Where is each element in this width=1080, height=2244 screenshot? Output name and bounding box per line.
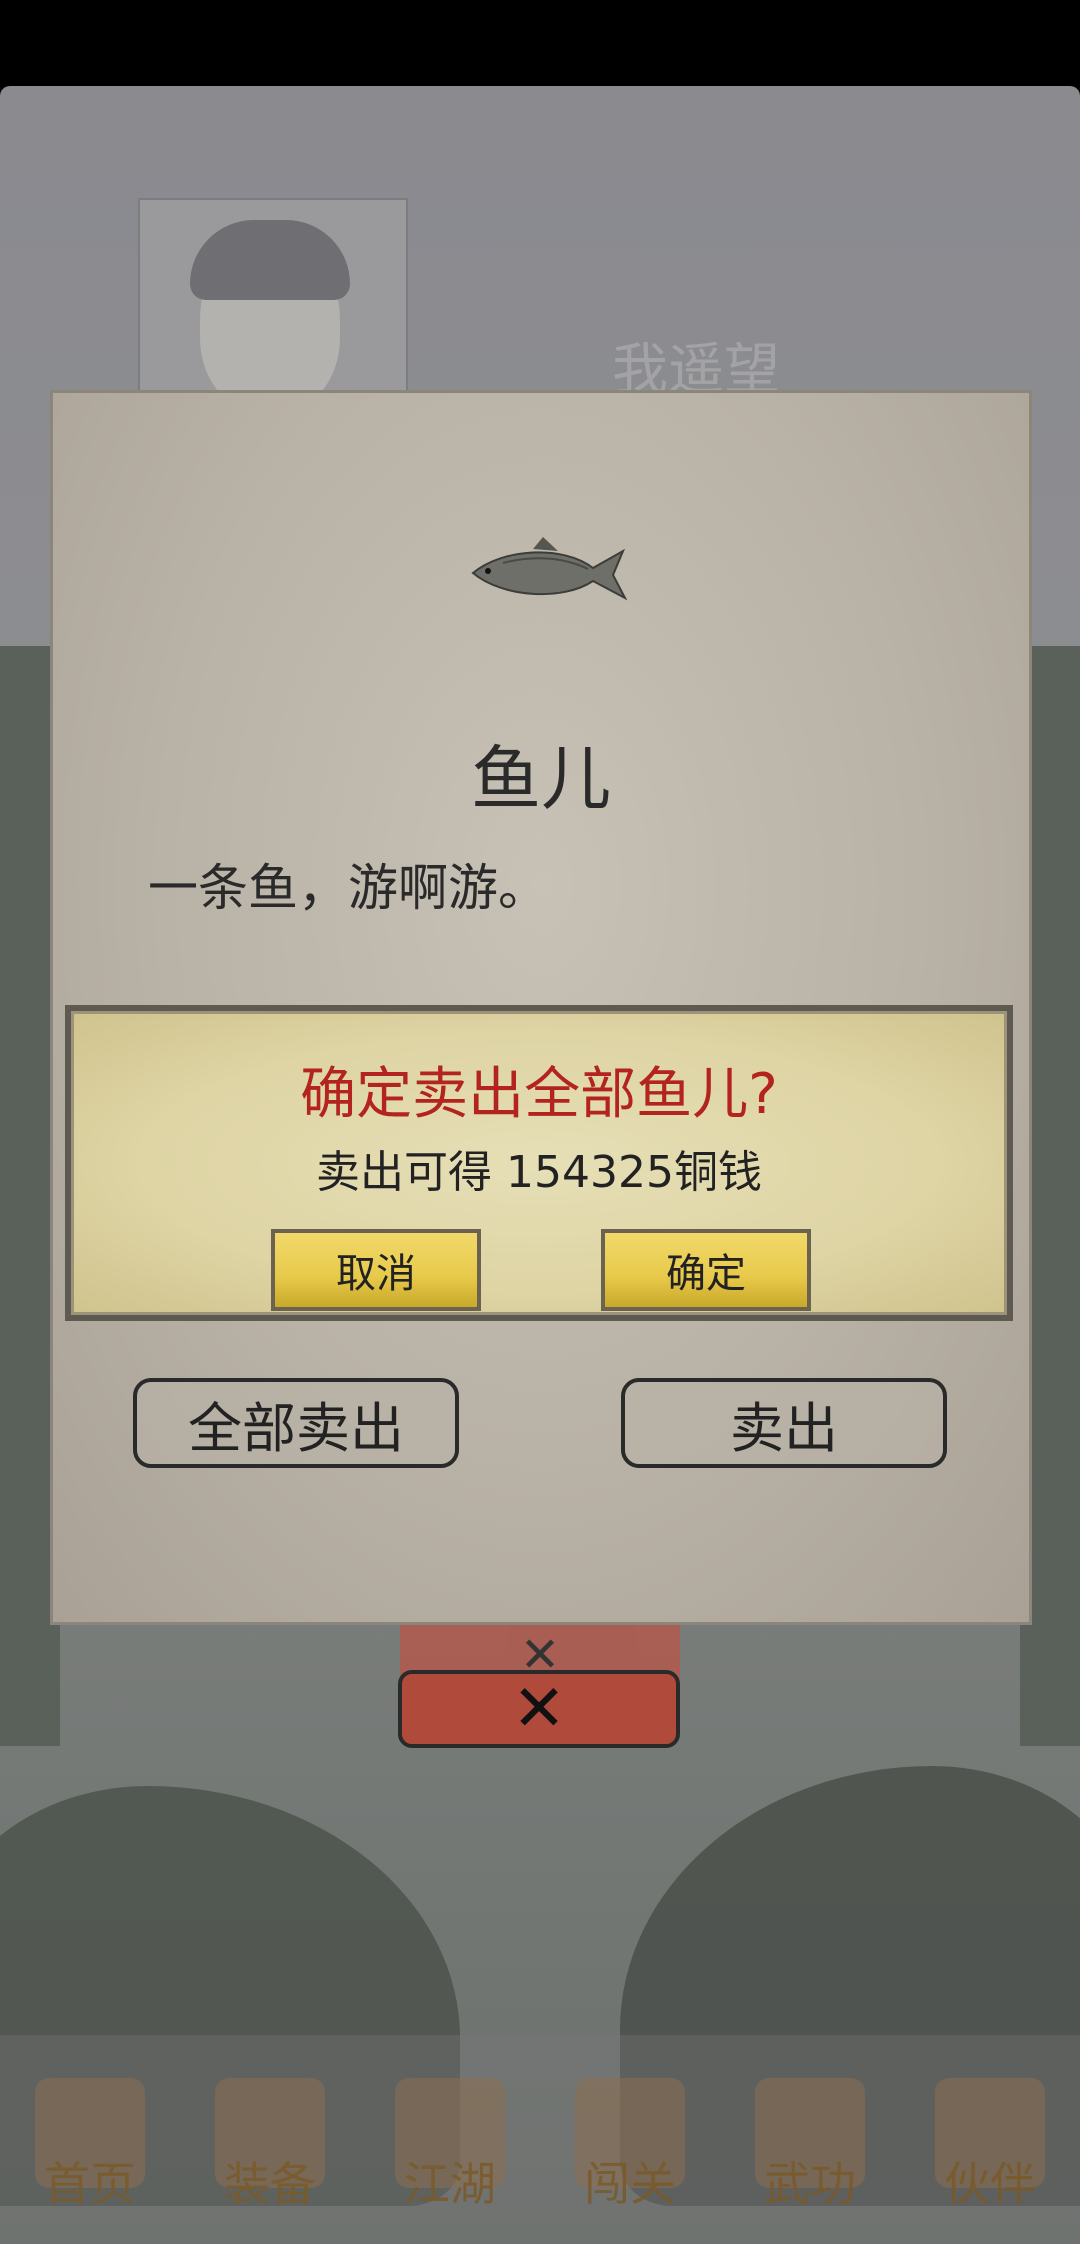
player-avatar[interactable] [138,198,408,392]
confirm-sell-dialog: 确定卖出全部鱼儿? 卖出可得 154325铜钱 取消 确定 [65,1005,1013,1321]
sell-all-button[interactable]: 全部卖出 [133,1378,459,1468]
nav-item-equipment[interactable]: 装备 [190,2078,350,2214]
bottom-nav: 首页 装备 江湖 闯关 武功 伙伴 [0,2035,1080,2244]
confirm-title: 确定卖出全部鱼儿? [300,1062,778,1127]
nav-item-stages[interactable]: 闯关 [550,2078,710,2214]
sell-button[interactable]: 卖出 [621,1378,947,1468]
nav-item-home[interactable]: 首页 [10,2078,170,2214]
nav-label: 伙伴 [944,2157,1036,2211]
confirm-message: 卖出可得 154325铜钱 [316,1147,762,1198]
cancel-button[interactable]: 取消 [271,1229,481,1311]
avatar-hair [190,220,350,300]
nav-label: 江湖 [404,2157,496,2211]
item-name: 鱼儿 [471,738,611,820]
close-icon: ✕ [512,1672,566,1746]
confirm-button[interactable]: 确定 [601,1229,811,1311]
nav-label: 首页 [44,2157,136,2211]
nav-label: 闯关 [584,2157,676,2211]
nav-label: 装备 [224,2157,316,2211]
nav-item-jianghu[interactable]: 江湖 [370,2078,530,2214]
nav-label: 武功 [764,2157,856,2211]
close-button[interactable]: ✕ [398,1670,680,1748]
fish-icon [471,537,628,601]
nav-item-martial-arts[interactable]: 武功 [730,2078,890,2214]
item-description: 一条鱼，游啊游。 [148,859,548,917]
nav-item-partners[interactable]: 伙伴 [910,2078,1070,2214]
game-screen: 我遥望 ✕ ✕ 首页 装备 江湖 闯关 武功 伙伴 鱼儿 一条鱼，游啊游。 全部… [0,0,1080,2244]
